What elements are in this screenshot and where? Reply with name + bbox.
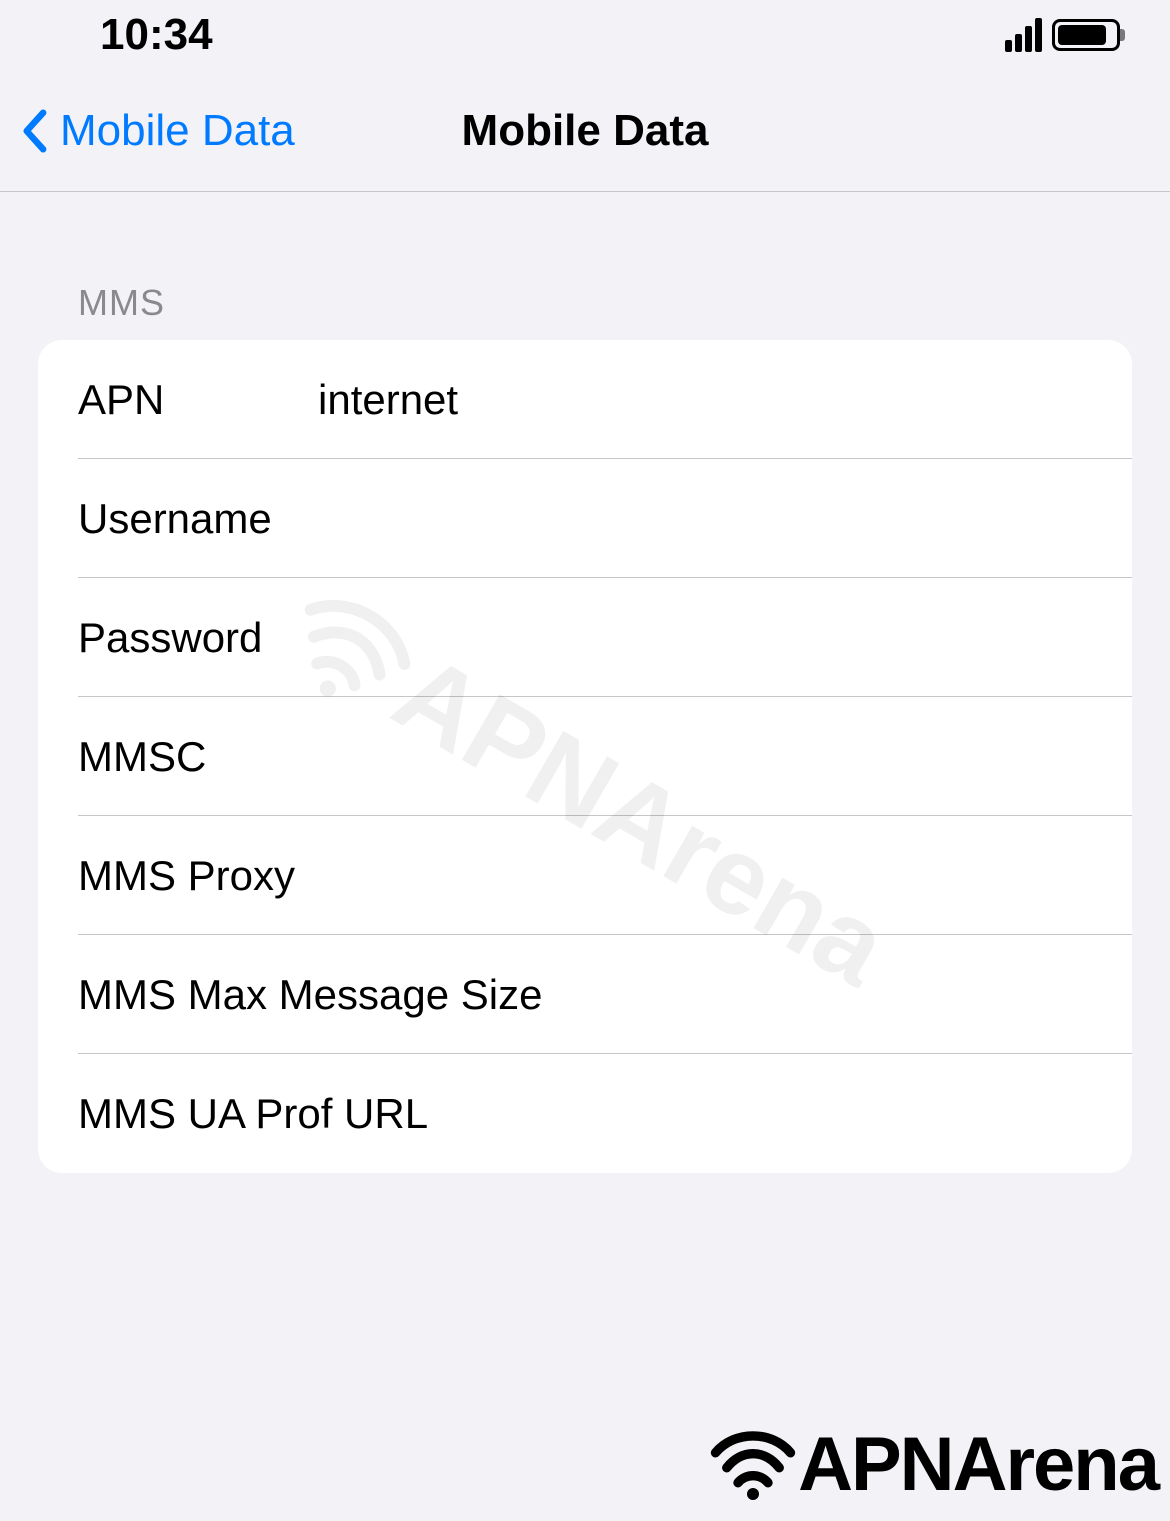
status-icons: [1005, 18, 1120, 52]
input-password[interactable]: [318, 614, 1092, 662]
input-mms-uaprof[interactable]: [428, 1090, 1092, 1138]
navigation-bar: Mobile Data Mobile Data: [0, 70, 1170, 192]
row-mmsc[interactable]: MMSC: [38, 697, 1132, 816]
input-mms-proxy[interactable]: [318, 852, 1092, 900]
label-password: Password: [78, 614, 318, 662]
branding-logo: APNArena: [708, 1419, 1158, 1509]
input-apn[interactable]: [318, 376, 1092, 424]
input-username[interactable]: [318, 495, 1092, 543]
section-header-mms: MMS: [0, 192, 1170, 340]
label-username: Username: [78, 495, 318, 543]
row-mms-proxy[interactable]: MMS Proxy: [38, 816, 1132, 935]
back-label: Mobile Data: [60, 106, 295, 156]
status-bar: 10:34: [0, 0, 1170, 70]
chevron-left-icon: [20, 109, 48, 153]
row-apn[interactable]: APN: [38, 340, 1132, 459]
label-mms-uaprof: MMS UA Prof URL: [78, 1090, 428, 1138]
input-mmsc[interactable]: [318, 733, 1092, 781]
row-mms-max-size[interactable]: MMS Max Message Size: [38, 935, 1132, 1054]
label-mms-proxy: MMS Proxy: [78, 852, 318, 900]
status-time: 10:34: [100, 10, 213, 60]
cellular-signal-icon: [1005, 18, 1042, 52]
back-button[interactable]: Mobile Data: [0, 106, 295, 156]
row-mms-uaprof[interactable]: MMS UA Prof URL: [38, 1054, 1132, 1173]
branding-text: APNArena: [798, 1421, 1158, 1508]
label-apn: APN: [78, 376, 318, 424]
label-mmsc: MMSC: [78, 733, 318, 781]
wifi-icon: [708, 1419, 798, 1509]
label-mms-max-size: MMS Max Message Size: [78, 971, 542, 1019]
row-username[interactable]: Username: [38, 459, 1132, 578]
mms-settings-group: APN Username Password MMSC MMS Proxy MMS…: [38, 340, 1132, 1173]
row-password[interactable]: Password: [38, 578, 1132, 697]
input-mms-max-size[interactable]: [542, 971, 1092, 1019]
page-title: Mobile Data: [462, 106, 709, 156]
battery-icon: [1052, 19, 1120, 51]
